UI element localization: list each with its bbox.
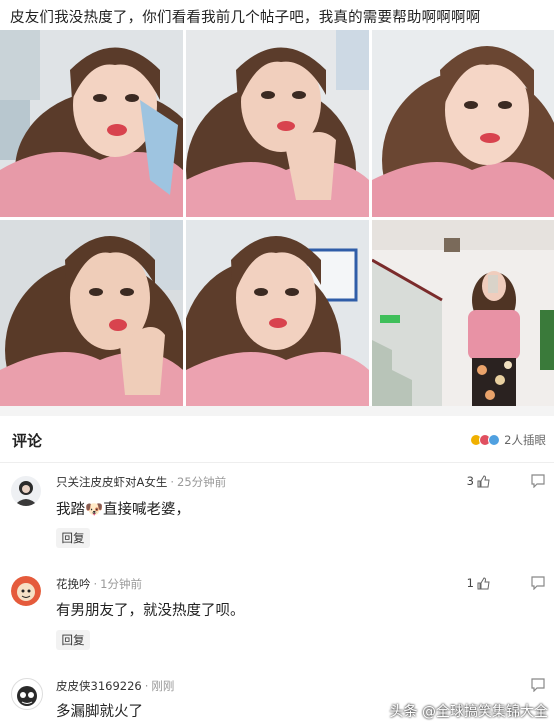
reply-button[interactable]: 回复	[56, 528, 90, 548]
like-button[interactable]: 1	[467, 576, 490, 590]
photo-4[interactable]	[0, 220, 183, 406]
comment-meta: 皮皮侠3169226 · 刚刚	[56, 679, 175, 693]
user-avatar[interactable]	[11, 678, 43, 710]
photo-2[interactable]	[186, 30, 369, 217]
comment-time: 25分钟前	[177, 475, 227, 489]
photo-6[interactable]	[372, 220, 554, 406]
comments-header: 评论 2人插眼	[0, 416, 554, 463]
comment-time: 刚刚	[151, 679, 175, 693]
comment-username[interactable]: 只关注皮皮虾对A女生	[56, 475, 167, 489]
like-count: 3	[466, 474, 474, 488]
reply-button[interactable]: 回复	[56, 630, 90, 650]
user-avatar[interactable]	[11, 576, 41, 606]
comment-text: 多漏脚就火了	[56, 704, 143, 720]
reacted-users[interactable]: 2人插眼	[470, 432, 546, 448]
comment-item: 花挽吟 · 1分钟前 有男朋友了，就没热度了呗。 回复 1	[0, 564, 554, 664]
comment-username[interactable]: 花挽吟	[56, 577, 91, 591]
thumb-up-icon	[477, 474, 490, 487]
photo-grid	[0, 30, 554, 406]
comment-time: 1分钟前	[100, 577, 142, 591]
post-text: 皮友们我没热度了，你们看看我前几个帖子吧，我真的需要帮助啊啊啊啊	[10, 10, 481, 26]
more-options-icon[interactable]	[530, 576, 546, 590]
more-options-icon[interactable]	[530, 678, 546, 692]
comment-username[interactable]: 皮皮侠3169226	[56, 679, 142, 693]
comment-text: 有男朋友了，就没热度了呗。	[56, 603, 245, 619]
photo-1[interactable]	[0, 30, 183, 217]
more-options-icon[interactable]	[530, 474, 546, 488]
reacted-text: 2人插眼	[504, 433, 546, 447]
photo-5[interactable]	[186, 220, 369, 406]
comment-meta: 花挽吟 · 1分钟前	[56, 577, 142, 591]
photo-3[interactable]	[372, 30, 554, 217]
comments-title: 评论	[12, 432, 43, 450]
like-button[interactable]: 3	[467, 474, 490, 488]
thumb-up-icon	[477, 576, 490, 589]
comment-item: 只关注皮皮虾对A女生 · 25分钟前 我踏🐶直接喊老婆， 回复 3	[0, 462, 554, 562]
user-avatar[interactable]	[11, 476, 41, 506]
comment-text: 我踏🐶直接喊老婆，	[56, 502, 191, 518]
comment-meta: 只关注皮皮虾对A女生 · 25分钟前	[56, 475, 227, 489]
section-divider	[0, 406, 554, 416]
mini-avatar	[488, 434, 501, 446]
like-count: 1	[466, 576, 474, 590]
reacted-avatars	[470, 434, 501, 446]
watermark: 头条 @全球搞笑集锦大全	[389, 704, 548, 720]
